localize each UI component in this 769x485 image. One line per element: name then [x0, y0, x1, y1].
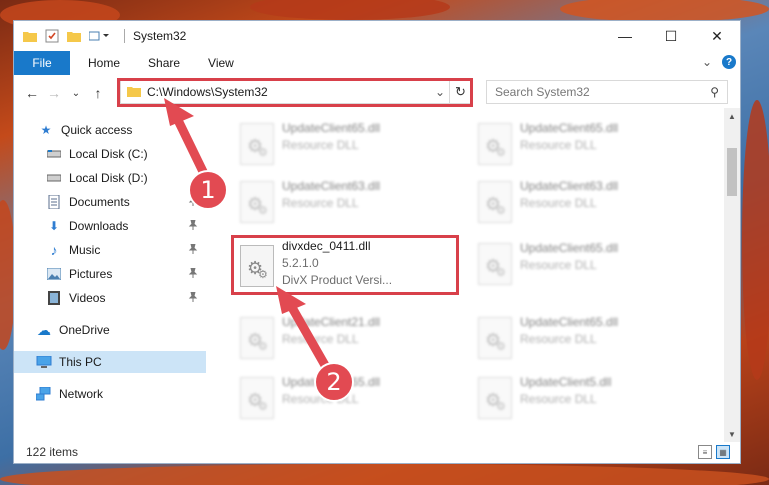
step-badge-1: 1 — [188, 170, 228, 210]
annotation-arrows — [164, 98, 335, 379]
step-badge-2: 2 — [314, 362, 354, 402]
